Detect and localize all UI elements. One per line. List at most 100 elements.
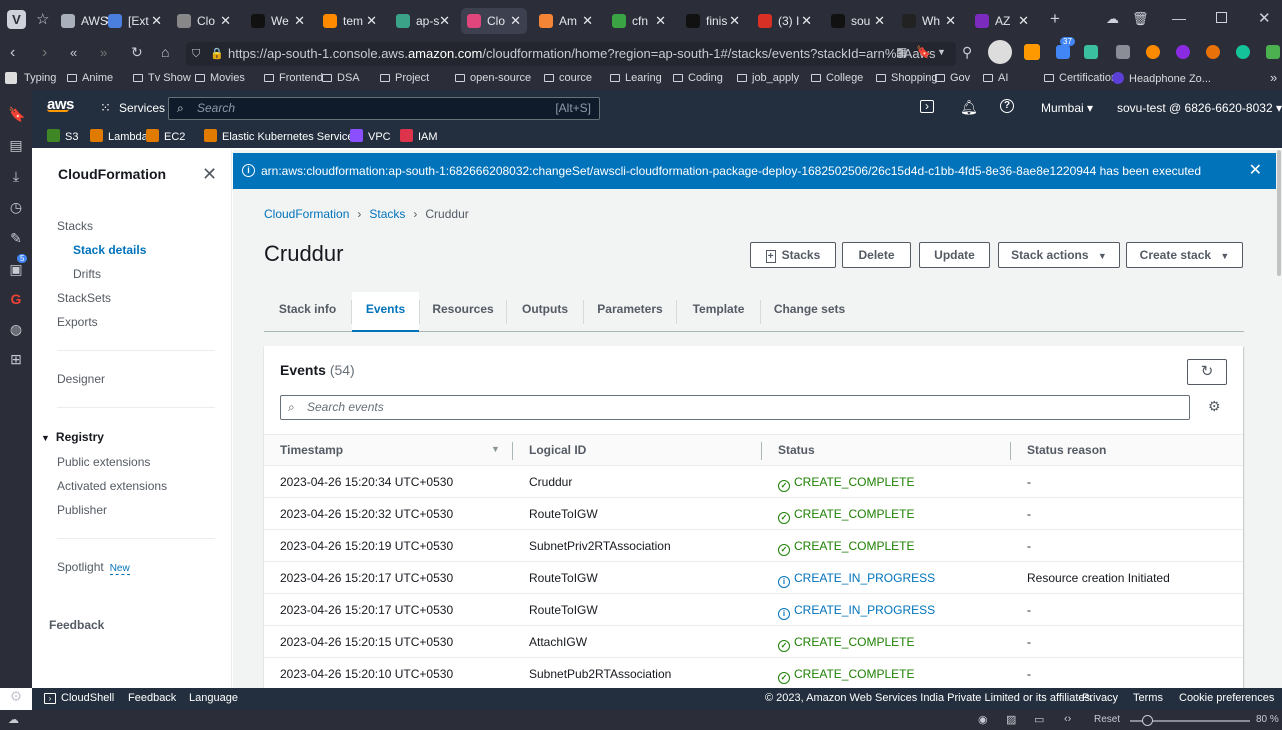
cloud-icon[interactable]: ☁ (8, 713, 19, 726)
settings-icon[interactable]: ⚙ (8, 688, 24, 704)
table-row[interactable]: 2023-04-26 15:20:17 UTC+0530 RouteToIGW i C… (264, 594, 1243, 626)
services-menu[interactable]: Services (119, 101, 165, 115)
code-icon[interactable]: ‹› (1064, 713, 1071, 725)
bookmark-item[interactable]: DSA (322, 72, 360, 84)
add-panel-icon[interactable]: ⊞ (8, 351, 24, 367)
table-row[interactable]: 2023-04-26 15:20:17 UTC+0530 RouteToIGW i C… (264, 562, 1243, 594)
nav-stack-details[interactable]: Stack details (73, 243, 146, 257)
browser-tab[interactable]: Clo ✕ (171, 8, 237, 34)
nav-drifts[interactable]: Drifts (73, 267, 101, 281)
sort-descending-icon[interactable]: ▼ (491, 444, 500, 454)
zoom-reset[interactable]: Reset (1094, 714, 1120, 725)
browser-tab[interactable]: cfn ✕ (606, 8, 672, 34)
tab-resources[interactable]: Resources (420, 292, 506, 332)
camera-icon[interactable]: ◉ (978, 713, 988, 726)
dismiss-flash-icon[interactable]: ✕ (1249, 153, 1262, 189)
tab-outputs[interactable]: Outputs (507, 292, 583, 332)
browser-tab[interactable]: Wh ✕ (896, 8, 962, 34)
nav-public-extensions[interactable]: Public extensions (57, 455, 150, 469)
back-icon[interactable]: ‹ (10, 44, 15, 62)
tab-change-sets[interactable]: Change sets (761, 292, 858, 332)
close-tab-icon[interactable]: ✕ (439, 13, 450, 29)
qr-icon[interactable]: ▦ (896, 45, 907, 59)
bookmark-item[interactable]: Anime (67, 72, 113, 84)
tab-parameters[interactable]: Parameters (584, 292, 676, 332)
table-row[interactable]: 2023-04-26 15:20:10 UTC+0530 SubnetPub2RT… (264, 658, 1243, 688)
column-logical-id[interactable]: Logical ID (529, 443, 586, 457)
favorite-service-lambda[interactable]: Lambda (90, 129, 148, 143)
close-tab-icon[interactable]: ✕ (366, 13, 377, 29)
extension-icon[interactable] (1024, 44, 1040, 60)
profile-avatar[interactable] (988, 40, 1012, 64)
table-row[interactable]: 2023-04-26 15:20:32 UTC+0530 RouteToIGW ✓ C… (264, 498, 1243, 530)
create-stack-button[interactable]: Create stack ▼ (1126, 242, 1243, 268)
browser-tab[interactable]: [Ext ✕ (102, 8, 168, 34)
bookmark-item[interactable]: Shopping (876, 72, 938, 84)
trash-icon[interactable]: 🗑 (1132, 11, 1149, 27)
breadcrumb-stacks[interactable]: Stacks (369, 207, 405, 221)
bookmark-item[interactable]: AI (983, 72, 1008, 84)
close-tab-icon[interactable]: ✕ (945, 13, 956, 29)
extension-icon[interactable] (1056, 45, 1070, 59)
bookmark-panel-icon[interactable]: 🔖 (8, 106, 25, 122)
browser-tab[interactable]: We ✕ (245, 8, 311, 34)
close-tab-icon[interactable]: ✕ (151, 13, 162, 29)
table-row[interactable]: 2023-04-26 15:20:19 UTC+0530 SubnetPriv2R… (264, 530, 1243, 562)
column-divider[interactable] (1010, 442, 1011, 460)
close-tab-icon[interactable]: ✕ (801, 13, 812, 29)
extension-icon[interactable] (1206, 45, 1220, 59)
favorite-service-elastic-kubernetes-service[interactable]: Elastic Kubernetes Service (204, 129, 353, 143)
bookmark-item[interactable]: Movies (195, 72, 245, 84)
nav-exports[interactable]: Exports (57, 315, 98, 329)
bookmark-item[interactable]: Gov (935, 72, 970, 84)
fast-forward-icon[interactable]: » (100, 45, 107, 60)
column-status[interactable]: Status (778, 443, 815, 457)
nav-registry-toggle[interactable]: ▼ Registry (41, 430, 104, 444)
events-search-input[interactable]: ⌕ Search events (280, 395, 1190, 420)
bookmark-item[interactable]: Learing (610, 72, 662, 84)
notifications-bell-icon[interactable]: 🔔︎ (960, 99, 978, 116)
bookmark-item[interactable]: Certifications (1044, 72, 1123, 84)
footer-cookie-preferences[interactable]: Cookie preferences (1179, 692, 1274, 704)
stack-actions-button[interactable]: Stack actions ▼ (998, 242, 1120, 268)
url-dropdown-icon[interactable]: ▼ (937, 47, 946, 57)
delete-button[interactable]: Delete (842, 242, 911, 268)
close-window-icon[interactable]: ✕ (1258, 9, 1271, 27)
favorite-service-ec2[interactable]: EC2 (146, 129, 185, 143)
close-tab-icon[interactable]: ✕ (582, 13, 593, 29)
tab-stack-info[interactable]: Stack info (264, 292, 351, 332)
bookmark-item[interactable]: College (811, 72, 863, 84)
window-icon[interactable]: ▭ (1034, 713, 1044, 726)
footer-feedback[interactable]: Feedback (128, 692, 176, 704)
cloudshell-icon[interactable]: › (920, 100, 934, 113)
close-tab-icon[interactable]: ✕ (729, 13, 740, 29)
web-panel-icon[interactable]: ◍ (8, 321, 24, 337)
notes-icon[interactable]: ✎ (8, 230, 24, 246)
tab-events[interactable]: Events (352, 292, 419, 332)
search-engine-icon[interactable]: ⚲ (962, 44, 972, 61)
window-panel-icon[interactable]: ▣ (8, 261, 24, 277)
vivaldi-menu-icon[interactable]: V (7, 10, 26, 29)
nav-designer[interactable]: Designer (57, 372, 105, 386)
close-sidenav-icon[interactable]: ✕ (202, 164, 217, 185)
refresh-button[interactable]: ↻ (1187, 359, 1227, 385)
browser-tab[interactable]: sou ✕ (825, 8, 891, 34)
table-row[interactable]: 2023-04-26 15:20:15 UTC+0530 AttachIGW ✓ CR… (264, 626, 1243, 658)
table-settings-gear-icon[interactable]: ⚙ (1208, 398, 1221, 415)
browser-tab[interactable]: Clo ✕ (461, 8, 527, 34)
nav-stacksets[interactable]: StackSets (57, 291, 111, 305)
bookmarks-overflow-icon[interactable]: » (1270, 70, 1277, 85)
browser-tab[interactable]: Am ✕ (533, 8, 599, 34)
browser-tab[interactable]: ap-s ✕ (390, 8, 456, 34)
extension-icon[interactable] (1146, 45, 1160, 59)
breadcrumb-cloudformation[interactable]: CloudFormation (264, 207, 349, 221)
help-icon[interactable]: ? (1000, 99, 1014, 113)
google-icon[interactable]: G (8, 291, 24, 307)
extension-icon[interactable] (1176, 45, 1190, 59)
history-icon[interactable]: ◷ (8, 199, 24, 215)
close-tab-icon[interactable]: ✕ (1018, 13, 1029, 29)
nav-feedback[interactable]: Feedback (49, 618, 104, 632)
footer-privacy[interactable]: Privacy (1082, 692, 1118, 704)
forward-icon[interactable]: › (42, 44, 47, 62)
maximize-icon[interactable] (1216, 12, 1227, 23)
